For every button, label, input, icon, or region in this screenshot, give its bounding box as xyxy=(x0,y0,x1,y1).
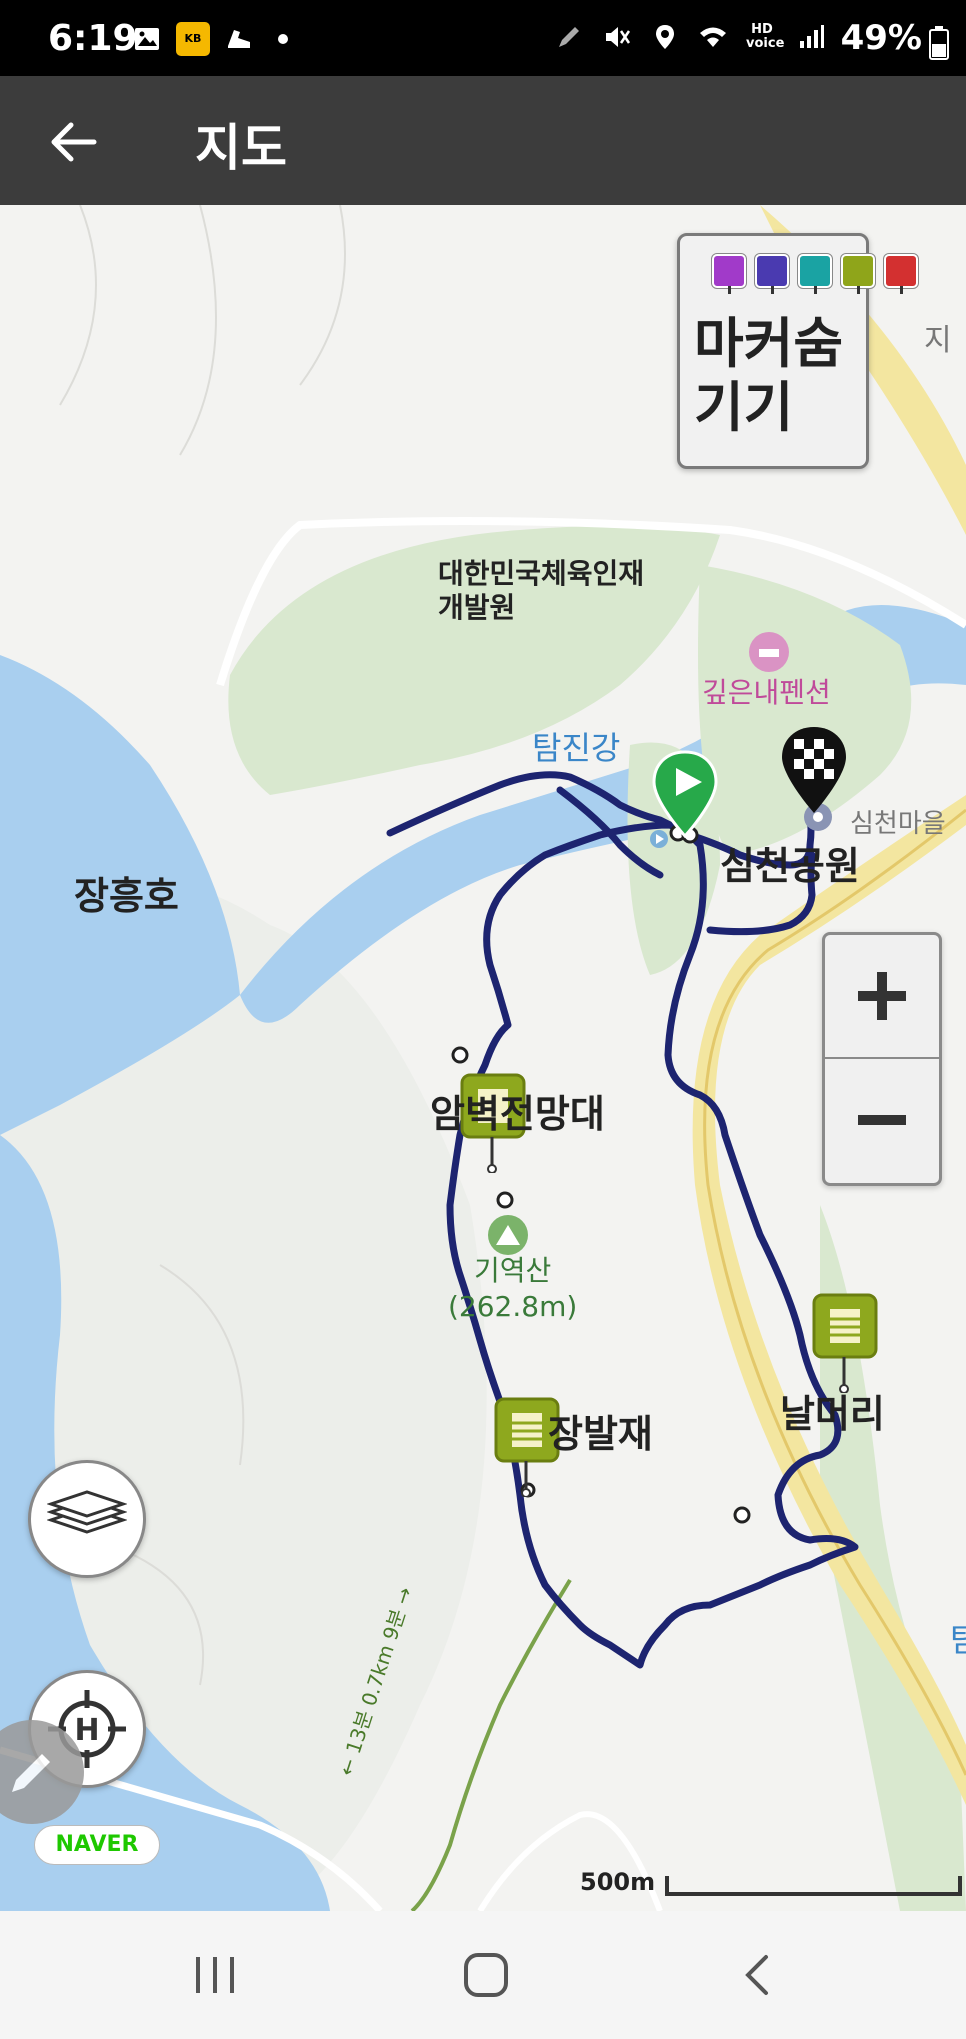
note-marker-icon xyxy=(841,254,875,294)
layers-button[interactable] xyxy=(28,1460,146,1578)
marker-hide-label: 마커숨기기 xyxy=(694,312,844,439)
label-right-edge: 탐 xyxy=(950,1621,966,1659)
status-time: 6:19 xyxy=(48,18,138,59)
home-icon[interactable] xyxy=(462,1951,510,1999)
zoom-out-button[interactable] xyxy=(825,1057,939,1181)
camera-marker-icon xyxy=(712,254,746,294)
label-river-bend: 날머리 xyxy=(780,1392,885,1436)
recent-apps-icon[interactable] xyxy=(192,1955,238,1995)
arrow-left-icon[interactable] xyxy=(44,112,104,172)
scale-bar xyxy=(665,1876,962,1896)
layers-icon xyxy=(47,1490,127,1534)
signal-icon xyxy=(800,25,824,48)
pen-icon xyxy=(559,27,579,47)
hd-voice-icon: HD voice xyxy=(746,22,785,51)
video-marker-icon xyxy=(755,254,789,294)
status-left-icons: KB xyxy=(132,22,298,56)
minus-icon xyxy=(858,1115,906,1125)
system-nav-bar xyxy=(0,1911,966,2039)
label-pension: 깊은내펜션 xyxy=(702,676,831,709)
battery-percent: 49% xyxy=(840,18,922,58)
map-view[interactable]: 대한민국체육인재 개발원 탐진강 장흥호 깊은내펜션 심천공원 심천마을 지 암… xyxy=(0,205,966,1911)
kb-app-icon: KB xyxy=(176,22,210,56)
naver-logo: NAVER xyxy=(34,1825,160,1865)
back-nav-icon[interactable] xyxy=(740,1953,772,1997)
finish-marker-icon[interactable] xyxy=(778,725,850,815)
label-river: 탐진강 xyxy=(532,729,621,767)
shoe-icon xyxy=(228,30,250,48)
gallery-icon xyxy=(135,28,159,50)
peak-name: 기역산 xyxy=(474,1254,552,1287)
pen-icon xyxy=(12,1754,50,1792)
zoom-in-button[interactable] xyxy=(825,935,939,1057)
mute-icon xyxy=(606,27,631,47)
plus-icon xyxy=(858,972,906,1020)
scale-label: 500m xyxy=(580,1868,656,1896)
battery-icon xyxy=(929,26,949,60)
location-icon xyxy=(656,25,674,49)
label-top-right: 지 xyxy=(924,323,952,358)
mic-marker-icon xyxy=(798,254,832,294)
label-sports-center: 대한민국체육인재 개발원 xyxy=(438,557,645,624)
zoom-controls xyxy=(822,932,942,1186)
flag-marker-icon xyxy=(884,254,918,294)
label-pass: 장발재 xyxy=(548,1412,653,1456)
peak-elevation: (262.8m) xyxy=(448,1290,578,1323)
status-bar: 6:19 KB HD voice 49% xyxy=(0,0,966,76)
svg-text:H: H xyxy=(74,1713,99,1748)
notification-dot-icon xyxy=(278,34,288,44)
label-peak: 기역산 (262.8m) xyxy=(448,1253,577,1325)
app-bar: 지도 xyxy=(0,76,966,205)
page-title: 지도 xyxy=(195,119,287,177)
note-marker-icon[interactable] xyxy=(812,1293,878,1393)
marker-hide-toggle[interactable]: 마커숨기기 xyxy=(677,233,918,469)
start-marker-icon[interactable] xyxy=(650,750,720,838)
label-cliff-viewpoint: 암벽전망대 xyxy=(430,1092,605,1136)
label-park: 심천공원 xyxy=(720,844,860,888)
label-village: 심천마을 xyxy=(850,809,946,839)
marker-icon-row xyxy=(712,254,918,294)
label-lake: 장흥호 xyxy=(74,874,179,918)
status-right-icons: HD voice xyxy=(554,22,826,52)
wifi-icon xyxy=(700,27,726,47)
